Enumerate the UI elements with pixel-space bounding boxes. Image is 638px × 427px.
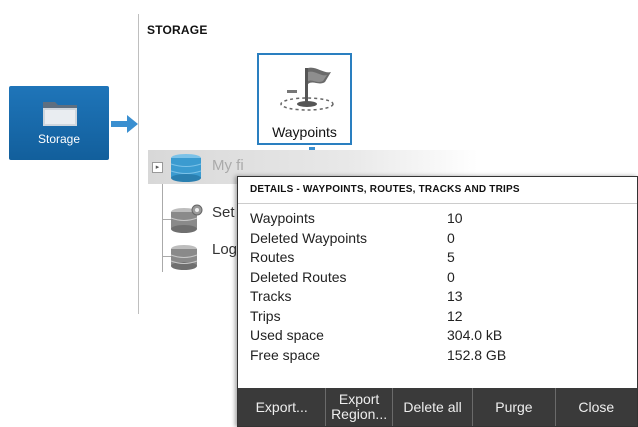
arrow-right-icon — [111, 114, 139, 139]
details-row-label: Deleted Waypoints — [250, 229, 367, 246]
export-button[interactable]: Export... — [238, 388, 327, 426]
export-region-button[interactable]: Export Region... — [326, 388, 393, 426]
waypoints-tile[interactable]: Waypoints — [257, 53, 352, 145]
tree-item-label: Log — [212, 241, 238, 258]
divider — [238, 203, 637, 204]
tree-item-label: My fi — [212, 157, 244, 174]
details-row-value: 0 — [447, 268, 455, 285]
details-row-label: Routes — [250, 249, 295, 265]
details-row: Free space 152.8 GB — [250, 347, 630, 367]
details-row-value: 13 — [447, 288, 463, 304]
export-region-label-line1: Export — [338, 391, 380, 407]
details-row-label: Waypoints — [250, 210, 315, 226]
details-row: Waypoints 10 — [250, 210, 630, 230]
details-row: Deleted Routes 0 — [250, 269, 630, 289]
details-row-value: 5 — [447, 249, 455, 265]
details-row-label: Tracks — [250, 288, 292, 304]
delete-all-button[interactable]: Delete all — [393, 388, 474, 426]
database-settings-icon — [168, 204, 204, 239]
details-row-label: Used space — [250, 327, 324, 343]
details-row: Routes 5 — [250, 249, 630, 269]
details-dialog: DETAILS - WAYPOINTS, ROUTES, TRACKS AND … — [237, 176, 638, 427]
details-row-value: 10 — [447, 210, 463, 226]
export-region-label-line2: Region... — [331, 406, 388, 422]
tree-item-label: Set — [212, 204, 235, 221]
details-row: Used space 304.0 kB — [250, 327, 630, 347]
waypoints-tile-label: Waypoints — [272, 124, 337, 140]
waypoint-flag-icon — [279, 60, 335, 123]
details-row-value: 0 — [447, 229, 455, 246]
button-bar: Export... Export Region... Delete all Pu… — [238, 388, 637, 426]
expand-icon[interactable]: ▸ — [152, 162, 163, 173]
details-row-label: Trips — [250, 307, 281, 324]
details-dialog-title: DETAILS - WAYPOINTS, ROUTES, TRACKS AND … — [250, 184, 520, 195]
details-row-label: Free space — [250, 346, 321, 363]
details-row-label: Deleted Routes — [250, 268, 347, 285]
details-row: Trips 12 — [250, 308, 630, 328]
database-icon — [168, 241, 204, 276]
folder-icon — [41, 96, 79, 133]
details-row: Deleted Waypoints 0 — [250, 230, 630, 250]
details-row-value: 304.0 kB — [447, 327, 503, 343]
storage-tile[interactable]: Storage — [9, 86, 109, 160]
details-row-value: 12 — [447, 307, 463, 324]
details-row: Tracks 13 — [250, 288, 630, 308]
storage-dialog-title: STORAGE — [147, 23, 208, 37]
storage-tile-label: Storage — [37, 132, 81, 146]
close-button[interactable]: Close — [556, 388, 637, 426]
purge-button[interactable]: Purge — [473, 388, 556, 426]
details-list: Waypoints 10 Deleted Waypoints 0 Routes 5 D… — [250, 210, 630, 366]
details-row-value: 152.8 GB — [447, 346, 507, 363]
database-icon — [168, 152, 204, 187]
